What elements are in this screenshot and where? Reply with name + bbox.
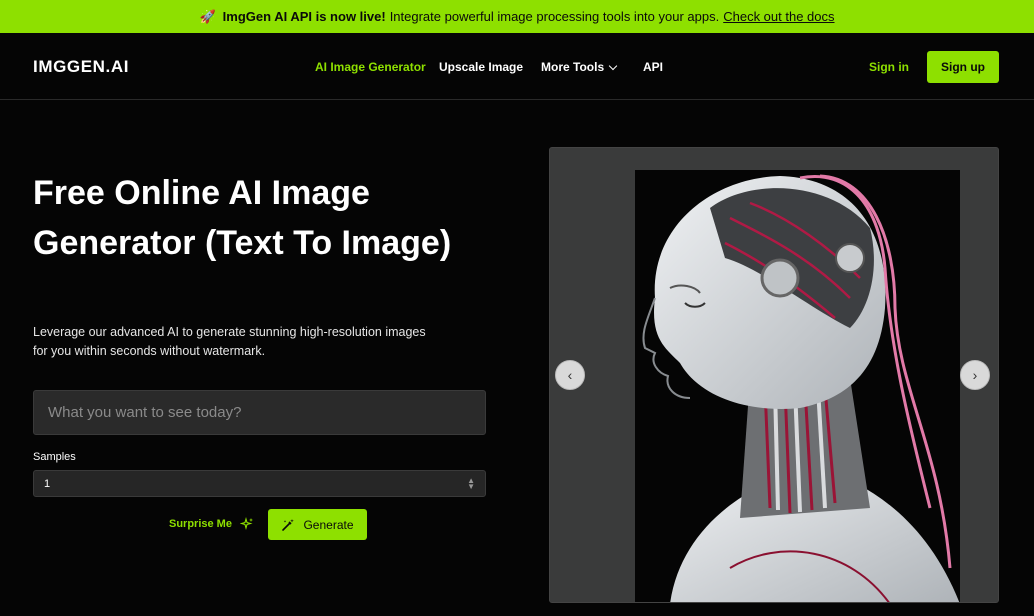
announcement-text: Integrate powerful image processing tool… [389, 9, 720, 24]
announcement-bar: 🚀 ImgGen AI API is now live! Integrate p… [0, 0, 1034, 33]
chevron-left-icon: ‹ [567, 367, 573, 383]
top-navigation: IMGGEN.AI AI Image Generator Upscale Ima… [0, 33, 1034, 100]
nav-ai-image-generator[interactable]: AI Image Generator [315, 60, 426, 74]
sign-in-link[interactable]: Sign in [869, 60, 909, 74]
page-title: Free Online AI Image Generator (Text To … [33, 174, 452, 262]
robot-head-artwork [550, 148, 998, 602]
logo[interactable]: IMGGEN.AI [33, 57, 129, 77]
surprise-me-button[interactable]: Surprise Me [169, 517, 254, 531]
chevron-down-icon [608, 61, 618, 70]
surprise-me-label: Surprise Me [169, 518, 232, 530]
sparkles-icon [239, 517, 253, 531]
prompt-input[interactable] [33, 390, 486, 435]
carousel-prev-button[interactable]: ‹ [555, 360, 585, 390]
generate-button[interactable]: Generate [268, 509, 367, 540]
nav-more-tools[interactable]: More Tools [541, 60, 618, 74]
image-carousel: ‹ › [549, 147, 999, 603]
spinner-arrows-icon: ▲ ▼ [467, 475, 475, 491]
samples-select[interactable]: 1 ▲ ▼ [33, 470, 486, 497]
announcement-headline: ImgGen AI API is now live! [222, 9, 386, 24]
rocket-icon: 🚀 [199, 8, 216, 24]
nav-upscale-image[interactable]: Upscale Image [439, 60, 523, 74]
docs-link[interactable]: Check out the docs [723, 9, 834, 24]
generate-label: Generate [303, 517, 354, 532]
chevron-right-icon: › [972, 367, 978, 383]
magic-wand-icon [282, 518, 295, 531]
samples-value: 1 [44, 477, 51, 490]
sign-up-button[interactable]: Sign up [927, 51, 999, 83]
samples-label: Samples [33, 451, 76, 463]
hero-description: Leverage our advanced AI to generate stu… [33, 325, 426, 358]
carousel-next-button[interactable]: › [960, 360, 990, 390]
nav-api[interactable]: API [643, 60, 663, 74]
nav-more-tools-label: More Tools [541, 60, 605, 74]
